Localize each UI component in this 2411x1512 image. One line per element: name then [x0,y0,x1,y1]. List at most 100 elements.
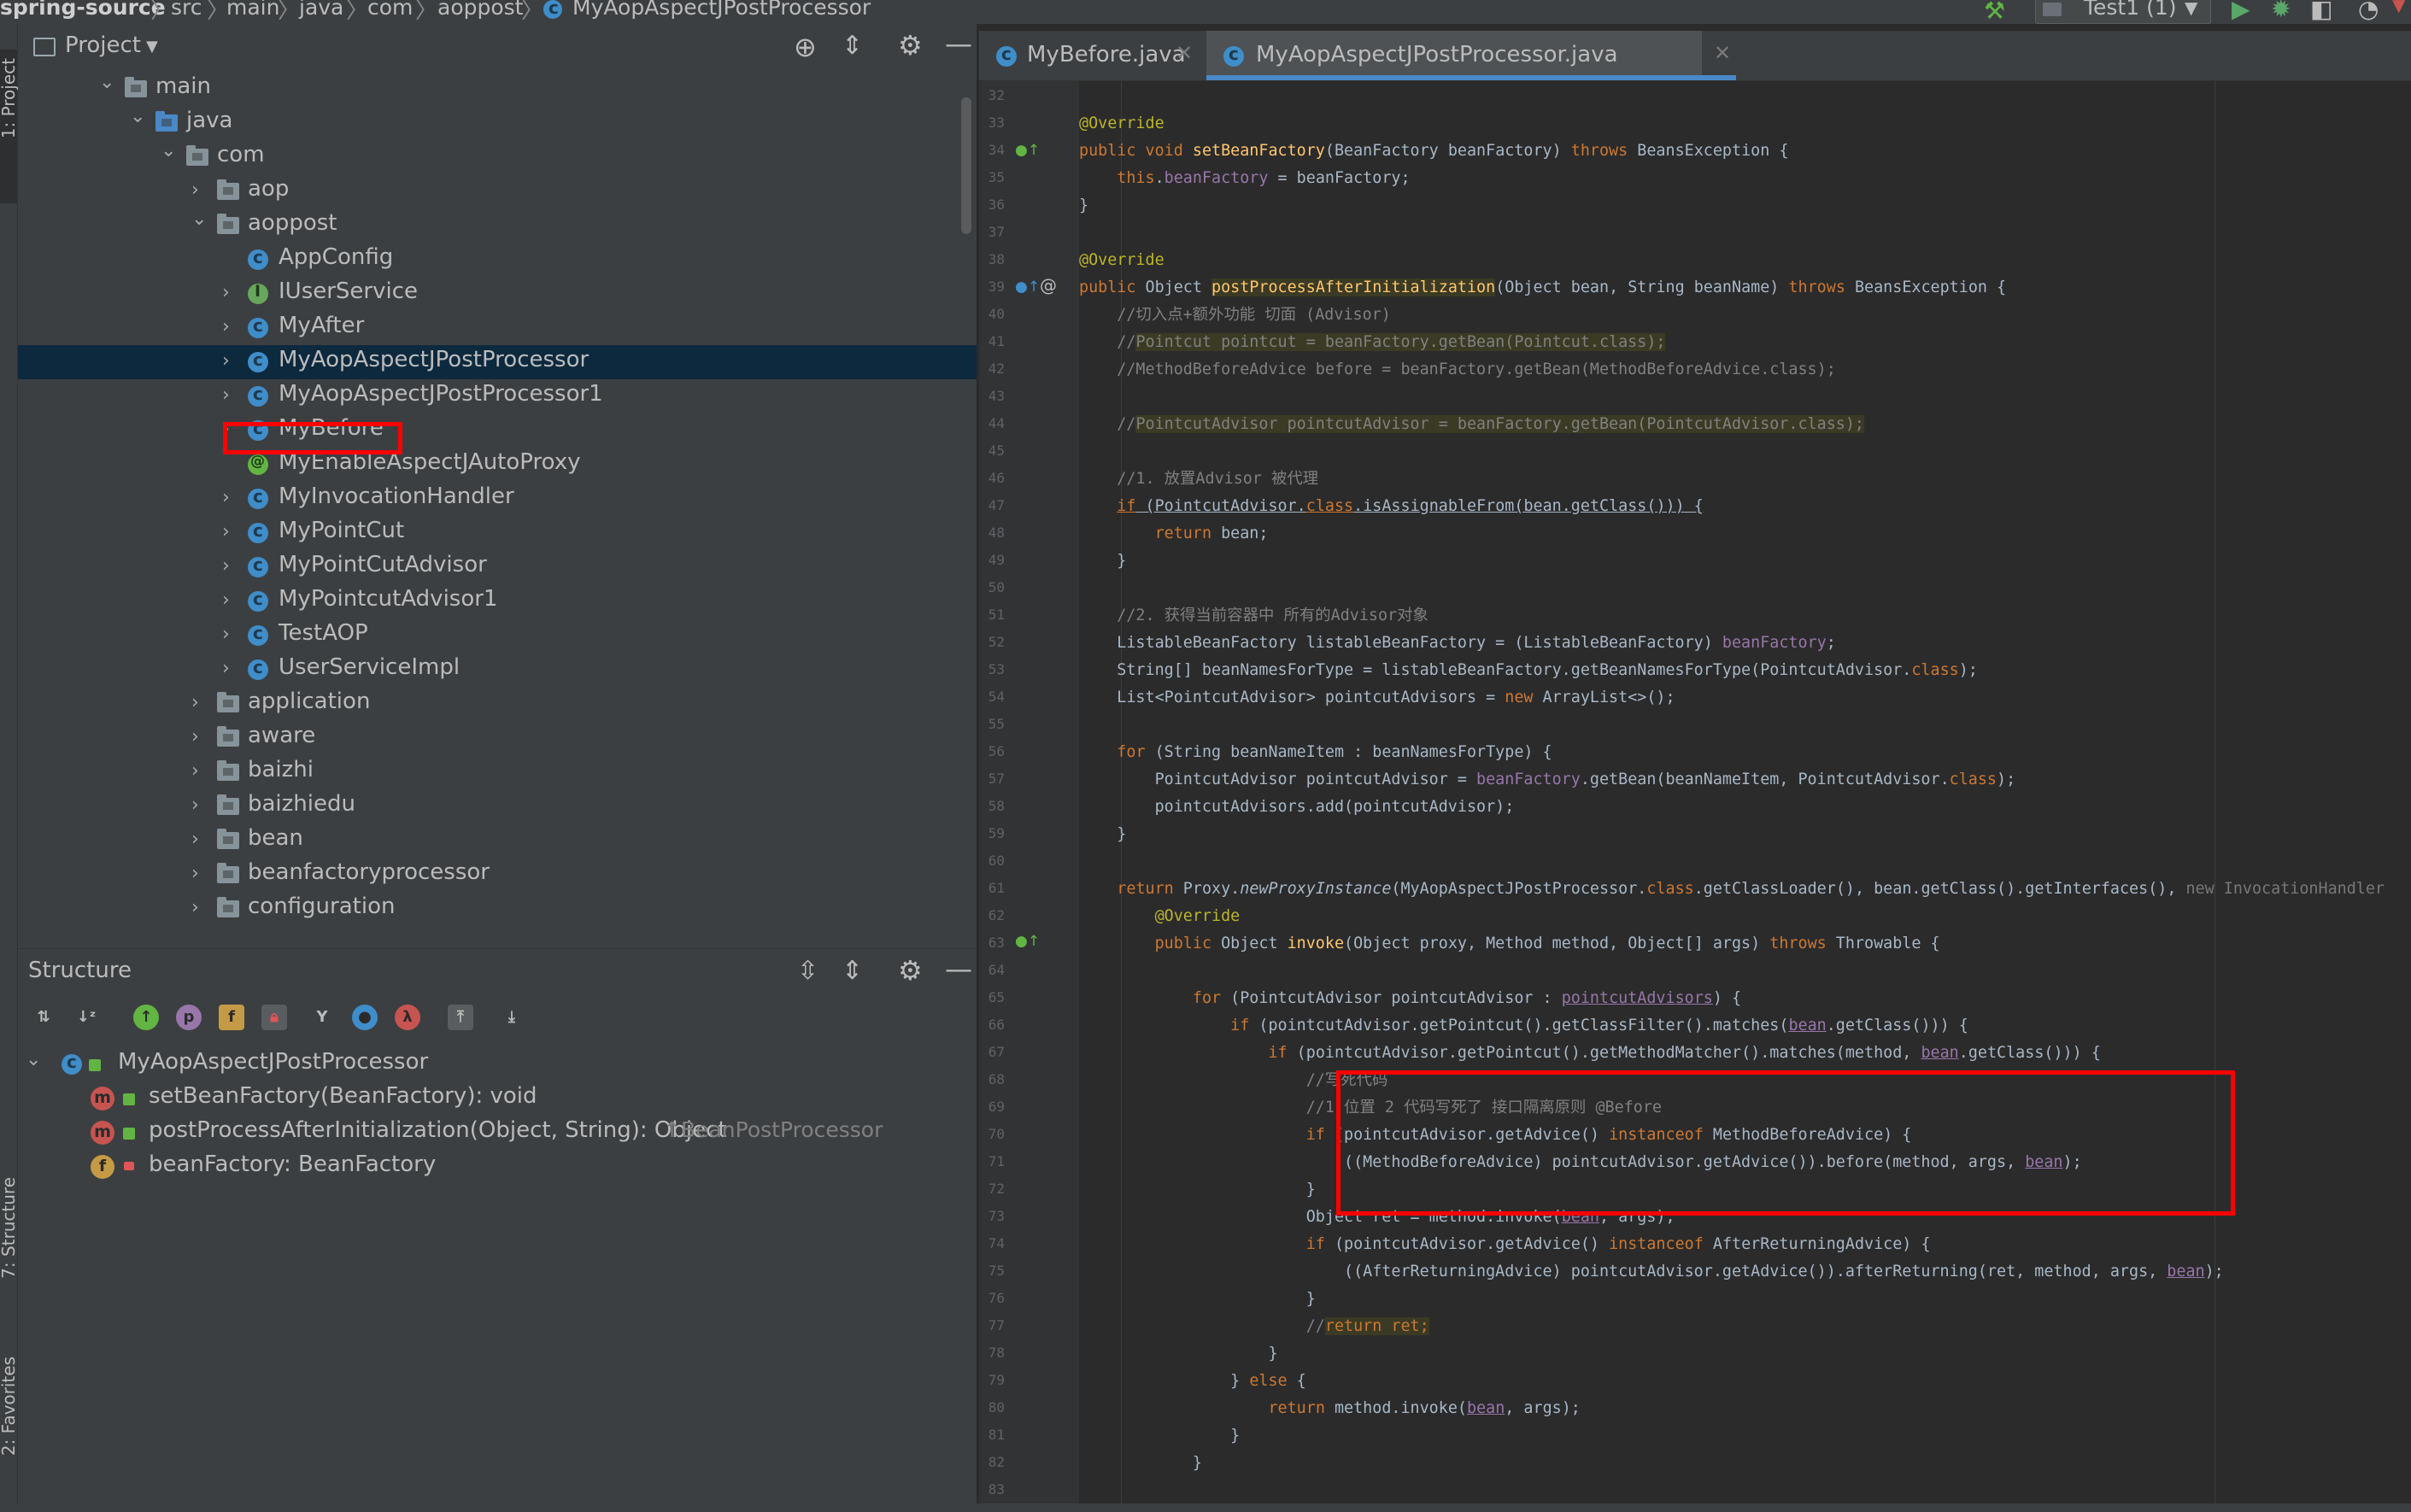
inherited-icon[interactable]: ↑ [133,1005,159,1030]
sort-alpha-icon[interactable]: ↓ᶻ [73,1005,99,1030]
chevron-right-icon[interactable]: › [222,350,230,372]
tree-item-bean[interactable]: › bean [18,823,977,858]
lambda-icon[interactable]: λ [395,1005,420,1030]
tree-item-myafter[interactable]: › MyAfter [18,311,977,345]
run-config-dropdown[interactable]: Test1 (1) ▼ [2035,0,2211,24]
breadcrumb-item-main[interactable]: main [226,0,279,20]
tree-item-mypointcut[interactable]: › MyPointCut [18,516,977,550]
chevron-down-icon[interactable]: ⌄ [26,1049,41,1070]
chevron-right-icon[interactable]: › [191,897,199,918]
line-number: 52 [988,634,1005,650]
breadcrumb-item-project[interactable]: spring-source [0,0,166,20]
chevron-right-icon[interactable]: › [222,624,230,645]
chevron-right-icon[interactable]: › [222,487,230,508]
chevron-right-icon[interactable]: › [191,179,199,201]
tree-item-userserviceimpl[interactable]: › UserServiceImpl [18,653,977,687]
tree-item-aware[interactable]: › aware [18,721,977,755]
structure-tool-tab[interactable]: 7: Structure [0,1169,19,1322]
breadcrumb-item-com[interactable]: com [367,0,413,20]
tree-item-application[interactable]: › application [18,687,977,721]
chevron-right-icon[interactable]: › [222,589,230,611]
tree-item-appconfig[interactable]: AppConfig [18,243,977,277]
tree-item-java[interactable]: ⌄ java [18,106,977,140]
chevron-down-icon[interactable]: ⌄ [99,72,114,93]
fields-icon[interactable]: f [219,1005,244,1030]
override-icon[interactable]: ●↑ [1015,933,1040,950]
tree-item-testaop[interactable]: › TestAOP [18,618,977,653]
debug-bug-icon[interactable]: ✹ [2271,0,2291,23]
chevron-right-icon[interactable]: › [222,282,230,303]
chevron-right-icon[interactable]: › [222,316,230,337]
gear-icon[interactable]: ⚙ [898,954,923,987]
tree-item-baizhiedu[interactable]: › baizhiedu [18,789,977,823]
tab-mybefore[interactable]: MyBefore.java ✕ [979,31,1205,80]
minimize-icon[interactable]: — [945,27,972,60]
non-public-icon[interactable]: 🔒︎ [261,1005,287,1030]
tree-item-configuration[interactable]: › configuration [18,892,977,926]
tree-item-main[interactable]: ⌄ main [18,72,977,106]
breadcrumb-item-class[interactable]: MyAopAspectJPostProcessor [572,0,871,20]
tree-item-myenableaspectjautoproxy[interactable]: MyEnableAspectJAutoProxy [18,448,977,482]
chevron-right-icon[interactable]: › [222,555,230,577]
structure-member[interactable]: postProcessAfterInitialization(Object, S… [149,1117,727,1143]
breadcrumb-item-src[interactable]: src [171,0,202,20]
tab-myaopaspectjpostprocessor[interactable]: MyAopAspectJPostProcessor.java ✕ [1206,31,1736,80]
chevron-down-icon[interactable]: ⌄ [191,208,207,230]
collapse-all-icon[interactable]: ⇕ [842,31,863,61]
chevron-down-icon[interactable]: ▼ [2392,0,2405,15]
chevron-right-icon[interactable]: › [191,863,199,884]
minimize-icon[interactable]: — [945,952,972,985]
chevron-right-icon[interactable]: › [191,726,199,747]
profile-icon[interactable]: ◔ [2358,0,2379,23]
chevron-right-icon[interactable]: › [222,521,230,542]
chevron-down-icon[interactable]: ▼ [146,38,158,56]
tree-item-mypointcutadvisor[interactable]: › MyPointCutAdvisor [18,550,977,584]
chevron-right-icon[interactable]: › [191,794,199,816]
gear-icon[interactable]: ⚙ [898,29,923,62]
tree-item-baizhi[interactable]: › baizhi [18,755,977,789]
tree-item-iuserservice[interactable]: › IUserService [18,277,977,311]
chevron-down-icon[interactable]: ⌄ [130,106,145,127]
tree-item-myaopaspectjpostprocessor1[interactable]: › MyAopAspectJPostProcessor1 [18,379,977,413]
project-scrollbar[interactable] [961,97,971,234]
project-tool-tab[interactable]: 1: Project [0,50,19,203]
autoscroll-from-icon[interactable]: ⤓ [499,1005,525,1030]
expand-all-icon[interactable]: ⇳ [797,956,818,986]
tree-item-beanfactoryprocessor[interactable]: › beanfactoryprocessor [18,858,977,892]
anonymous-icon[interactable]: Y [309,1005,335,1030]
chevron-right-icon[interactable]: › [222,384,230,406]
sort-visibility-icon[interactable]: ⇅ [31,1005,56,1030]
locate-target-icon[interactable]: ⊕ [794,31,817,63]
chevron-right-icon[interactable]: › [191,692,199,713]
chevron-right-icon[interactable]: › [191,760,199,782]
build-hammer-icon[interactable]: ⚒ [1984,0,2005,25]
lambda-icon[interactable]: ● [352,1005,378,1030]
structure-member[interactable]: setBeanFactory(BeanFactory): void [149,1083,537,1109]
line-number: 63 [988,935,1005,951]
breadcrumb-item-java[interactable]: java [299,0,343,20]
favorites-tool-tab[interactable]: 2: Favorites [0,1348,19,1502]
tree-item-com[interactable]: ⌄ com [18,140,977,174]
close-icon[interactable]: ✕ [1176,41,1193,65]
structure-root[interactable]: MyAopAspectJPostProcessor [118,1049,428,1075]
tree-item-aop[interactable]: › aop [18,174,977,208]
tree-item-mybefore[interactable]: ›MyBefore [18,413,977,448]
tree-item-myinvocationhandler[interactable]: › MyInvocationHandler [18,482,977,516]
tree-item-myaopaspectjpostprocessor[interactable]: › MyAopAspectJPostProcessor [18,345,977,379]
chevron-down-icon[interactable]: ⌄ [161,140,176,161]
coverage-icon[interactable]: ◧ [2310,0,2332,23]
tree-item-aoppost[interactable]: ⌄ aoppost [18,208,977,243]
chevron-right-icon[interactable]: › [222,658,230,679]
structure-member[interactable]: beanFactory: BeanFactory [149,1152,436,1177]
project-panel-title[interactable]: Project [65,32,141,58]
tree-item-mypointcutadvisor1[interactable]: › MyPointcutAdvisor1 [18,584,977,618]
close-icon[interactable]: ✕ [1714,41,1731,65]
override-icon[interactable]: ●↑ [1015,278,1040,296]
collapse-all-icon[interactable]: ⇕ [842,956,863,986]
breadcrumb-item-aoppost[interactable]: aoppost [437,0,523,20]
properties-icon[interactable]: p [176,1005,202,1030]
chevron-right-icon[interactable]: › [191,829,199,850]
override-icon[interactable]: ●↑ [1015,142,1040,159]
autoscroll-icon[interactable]: ⤒ [448,1005,473,1030]
run-icon[interactable]: ▶ [2232,0,2250,23]
